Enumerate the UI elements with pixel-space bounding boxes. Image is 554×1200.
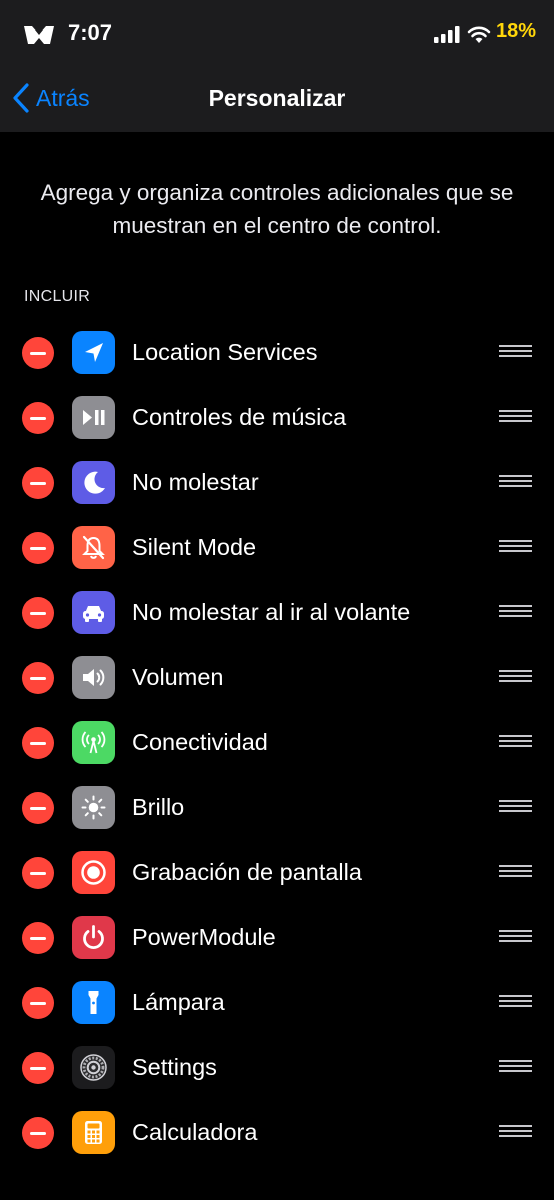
reorder-handle-icon[interactable]	[499, 995, 532, 1009]
bell-slash-icon	[72, 526, 115, 569]
reorder-handle-icon[interactable]	[499, 1125, 532, 1139]
remove-control-button[interactable]	[22, 727, 54, 759]
control-label: Volumen	[132, 664, 224, 690]
clock: 7:07	[68, 20, 113, 45]
reorder-handle-icon[interactable]	[499, 540, 532, 554]
carrier-logo-icon	[24, 26, 54, 44]
remove-control-button[interactable]	[22, 987, 54, 1019]
sun-icon	[72, 786, 115, 829]
status-bar: 7:07 18%	[0, 0, 554, 70]
control-row[interactable]: Volumen	[0, 645, 554, 710]
remove-control-button[interactable]	[22, 1052, 54, 1084]
flashlight-icon	[72, 981, 115, 1024]
page-title: Personalizar	[208, 85, 346, 111]
reorder-handle-icon[interactable]	[499, 345, 532, 359]
control-row[interactable]: PowerModule	[0, 905, 554, 970]
signal-icon	[434, 26, 460, 43]
remove-control-button[interactable]	[22, 662, 54, 694]
reorder-handle-icon[interactable]	[499, 865, 532, 879]
antenna-icon	[72, 721, 115, 764]
reorder-handle-icon[interactable]	[499, 410, 532, 424]
control-label: Location Services	[132, 339, 318, 365]
control-row[interactable]: Location Services	[0, 320, 554, 385]
remove-control-button[interactable]	[22, 922, 54, 954]
car-icon	[72, 591, 115, 634]
location-arrow-icon	[72, 331, 115, 374]
control-label: Lámpara	[132, 989, 225, 1015]
moon-icon	[72, 461, 115, 504]
control-label: Silent Mode	[132, 534, 257, 560]
remove-control-button[interactable]	[22, 597, 54, 629]
reorder-handle-icon[interactable]	[499, 605, 532, 619]
calculator-icon	[72, 1111, 115, 1154]
section-header-include: INCLUIR	[24, 288, 91, 305]
control-label: Conectividad	[132, 729, 268, 755]
control-row[interactable]: Lámpara	[0, 970, 554, 1035]
control-row[interactable]: Calculadora	[0, 1100, 554, 1165]
control-row[interactable]: Settings	[0, 1035, 554, 1100]
remove-control-button[interactable]	[22, 467, 54, 499]
control-row[interactable]: Controles de música	[0, 385, 554, 450]
reorder-handle-icon[interactable]	[499, 670, 532, 684]
remove-control-button[interactable]	[22, 857, 54, 889]
control-row[interactable]: Brillo	[0, 775, 554, 840]
speaker-icon	[72, 656, 115, 699]
remove-control-button[interactable]	[22, 792, 54, 824]
included-controls-list: Location Services Controles de música No m…	[0, 320, 554, 1165]
control-label: Settings	[132, 1054, 217, 1080]
reorder-handle-icon[interactable]	[499, 1060, 532, 1074]
control-label: No molestar	[132, 469, 259, 495]
reorder-handle-icon[interactable]	[499, 930, 532, 944]
power-icon	[72, 916, 115, 959]
reorder-handle-icon[interactable]	[499, 735, 532, 749]
control-label: No molestar al ir al volante	[132, 599, 411, 625]
remove-control-button[interactable]	[22, 402, 54, 434]
remove-control-button[interactable]	[22, 1117, 54, 1149]
play-pause-icon	[72, 396, 115, 439]
control-row[interactable]: Conectividad	[0, 710, 554, 775]
control-label: PowerModule	[132, 924, 276, 950]
reorder-handle-icon[interactable]	[499, 800, 532, 814]
control-label: Calculadora	[132, 1119, 258, 1145]
control-row[interactable]: No molestar	[0, 450, 554, 515]
control-label: Grabación de pantalla	[132, 859, 362, 885]
control-row[interactable]: No molestar al ir al volante	[0, 580, 554, 645]
battery-percentage: 18%	[496, 20, 537, 42]
description-text: Agrega y organiza controles adicionales …	[40, 180, 514, 238]
control-row[interactable]: Silent Mode	[0, 515, 554, 580]
control-row[interactable]: Grabación de pantalla	[0, 840, 554, 905]
remove-control-button[interactable]	[22, 532, 54, 564]
remove-control-button[interactable]	[22, 337, 54, 369]
wifi-icon	[467, 26, 491, 43]
control-label: Controles de música	[132, 404, 347, 430]
navigation-bar: Atrás Personalizar	[0, 70, 554, 132]
gear-icon	[72, 1046, 115, 1089]
reorder-handle-icon[interactable]	[499, 475, 532, 489]
control-label: Brillo	[132, 794, 185, 820]
record-icon	[72, 851, 115, 894]
